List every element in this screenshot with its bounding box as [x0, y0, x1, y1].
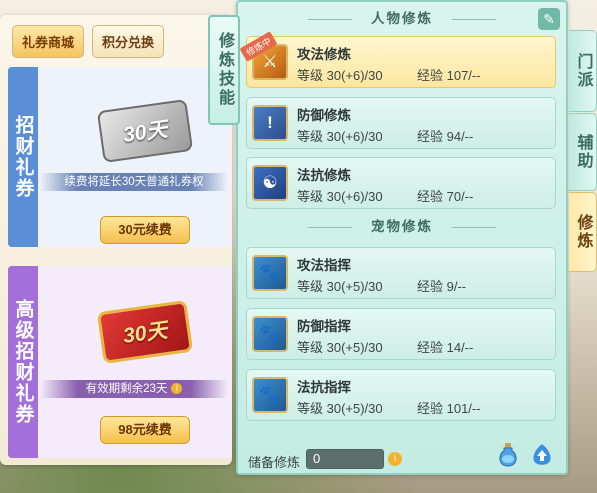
coupon-card-basic: 招财礼券 30天 续费将延长30天普通礼券权 30元续费	[8, 67, 232, 247]
shop-tabs: 礼券商城 积分兑换	[12, 25, 165, 58]
tab-sect[interactable]: 门派	[569, 30, 597, 112]
skill-name: 防御修炼	[297, 108, 351, 123]
upgrade-arrow-icon[interactable]	[530, 443, 554, 467]
skill-row-resist[interactable]: ☯ 法抗修炼 等级 30(+6)/30 经验 70/--	[246, 157, 556, 209]
skill-row-pet-resist[interactable]: 🐾 法抗指挥 等级 30(+5)/30 经验 101/--	[246, 369, 556, 421]
tab-assist[interactable]: 辅助	[569, 113, 597, 191]
yin-yang-icon: ☯	[252, 165, 288, 201]
skill-name: 法抗修炼	[297, 168, 351, 183]
cultivation-skill-tag[interactable]: 修炼技能	[208, 15, 240, 125]
renew-98-button[interactable]: 98元续费	[100, 416, 190, 444]
skill-level: 等级 30(+5)/30	[297, 401, 383, 416]
skill-exp: 经验 9/--	[417, 279, 467, 294]
skill-level: 等级 30(+6)/30	[297, 68, 383, 83]
silver-ticket-icon: 30天	[96, 98, 194, 164]
coupon-card-premium: 高级招财礼券 30天 有效期剩余23天 i 98元续费	[8, 266, 232, 458]
skill-row-pet-defense[interactable]: 🐾 防御指挥 等级 30(+5)/30 经验 14/--	[246, 308, 556, 360]
skill-name: 攻法修炼	[297, 47, 351, 62]
skill-name: 攻法指挥	[297, 258, 351, 273]
skill-exp: 经验 94/--	[417, 129, 474, 144]
skill-level: 等级 30(+5)/30	[297, 279, 383, 294]
coupon-info-text: 有效期剩余23天	[85, 383, 168, 395]
tab-cultivation[interactable]: 修炼	[569, 192, 597, 272]
tab-coupon-mall[interactable]: 礼券商城	[12, 25, 85, 58]
coupon-info-text: 续费将延长30天普通礼券权	[64, 176, 204, 188]
coupon-card-info: 续费将延长30天普通礼券权	[40, 173, 228, 191]
cultivation-panel: ✎ 人物修炼 ⚔ 修炼中 攻法修炼 等级 30(+6)/30 经验 107/--…	[236, 0, 568, 475]
info-icon[interactable]: i	[388, 452, 402, 466]
coupon-card-title: 招财礼券	[8, 67, 38, 247]
renew-30-button[interactable]: 30元续费	[100, 216, 190, 244]
coupon-shop-panel: 礼券商城 积分兑换 招财礼券 30天 续费将延长30天普通礼券权 30元续费 高…	[0, 15, 232, 465]
red-ticket-icon: 30天	[96, 299, 194, 365]
reserve-label: 储备修炼	[248, 455, 301, 470]
skill-exp: 经验 14/--	[417, 340, 474, 355]
skill-name: 防御指挥	[297, 319, 351, 334]
info-icon[interactable]: i	[171, 383, 183, 395]
paw-attack-icon: 🐾	[252, 255, 288, 291]
edit-icon[interactable]: ✎	[538, 8, 560, 30]
skill-row-defense[interactable]: ! 防御修炼 等级 30(+6)/30 经验 94/--	[246, 97, 556, 149]
section-title-pet: 宠物修炼	[298, 217, 506, 237]
skill-exp: 经验 107/--	[417, 68, 481, 83]
paw-resist-icon: 🐾	[252, 377, 288, 413]
skill-level: 等级 30(+5)/30	[297, 340, 383, 355]
potion-icon[interactable]	[496, 442, 520, 468]
skill-row-attack[interactable]: ⚔ 修炼中 攻法修炼 等级 30(+6)/30 经验 107/--	[239, 31, 556, 88]
shield-icon: !	[252, 105, 288, 141]
skill-row-pet-attack[interactable]: 🐾 攻法指挥 等级 30(+5)/30 经验 9/--	[246, 247, 556, 299]
paw-shield-icon: 🐾	[252, 316, 288, 352]
tab-points-exchange[interactable]: 积分兑换	[92, 25, 165, 58]
coupon-card-title: 高级招财礼券	[8, 266, 38, 458]
skill-level: 等级 30(+6)/30	[297, 189, 383, 204]
section-title-character: 人物修炼	[298, 9, 506, 29]
reserve-value: 0	[306, 449, 384, 469]
skill-name: 法抗指挥	[297, 380, 351, 395]
skill-exp: 经验 70/--	[417, 189, 474, 204]
skill-level: 等级 30(+6)/30	[297, 129, 383, 144]
coupon-card-info: 有效期剩余23天 i	[40, 380, 228, 398]
skill-exp: 经验 101/--	[417, 401, 481, 416]
